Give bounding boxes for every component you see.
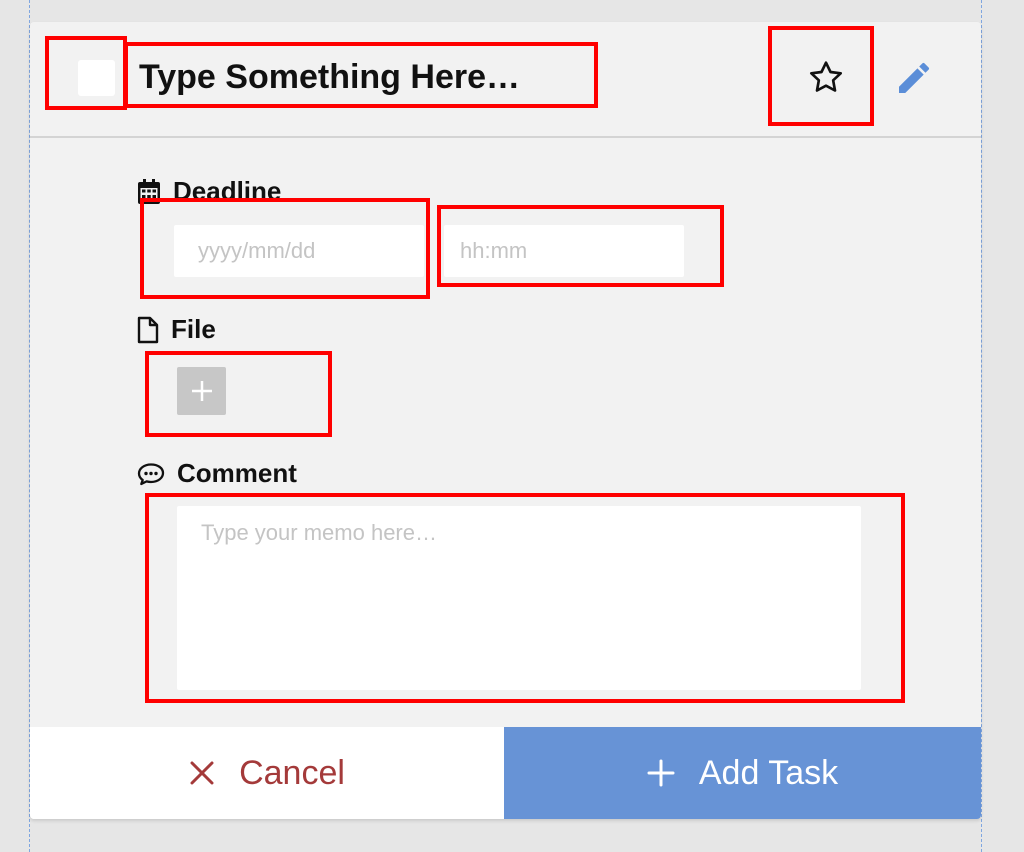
deadline-date-input[interactable] <box>174 225 424 277</box>
pencil-icon <box>899 62 930 93</box>
task-header: Type Something Here… <box>30 22 981 138</box>
layout-guide-right <box>981 0 982 852</box>
calendar-icon <box>137 178 161 205</box>
deadline-label: Deadline <box>137 176 281 207</box>
add-file-button[interactable] <box>177 367 226 415</box>
close-icon <box>189 760 215 786</box>
file-label-text: File <box>171 314 216 344</box>
deadline-time-input[interactable] <box>444 225 684 277</box>
comment-dots-icon <box>137 462 165 486</box>
add-task-button[interactable]: Add Task <box>504 727 981 819</box>
file-icon <box>137 316 159 344</box>
cancel-button[interactable]: Cancel <box>30 727 504 819</box>
task-title[interactable]: Type Something Here… <box>139 58 520 97</box>
task-editor-card: Type Something Here… Deadline yyyy/mm/dd… <box>30 22 981 819</box>
edit-button[interactable] <box>888 52 940 104</box>
complete-checkbox[interactable] <box>78 60 115 96</box>
deadline-label-text: Deadline <box>173 176 282 206</box>
plus-icon <box>191 381 212 401</box>
add-task-button-label: Add Task <box>698 753 839 792</box>
plus-icon <box>647 759 675 787</box>
file-label: File <box>137 314 216 345</box>
star-button[interactable] <box>800 52 852 104</box>
cancel-button-label: Cancel <box>239 753 345 792</box>
star-outline-icon <box>810 61 842 92</box>
comment-label: Comment <box>137 458 297 489</box>
comment-label-text: Comment <box>177 458 297 488</box>
action-bar: Cancel Add Task <box>30 727 981 819</box>
memo-textarea[interactable] <box>177 506 861 690</box>
